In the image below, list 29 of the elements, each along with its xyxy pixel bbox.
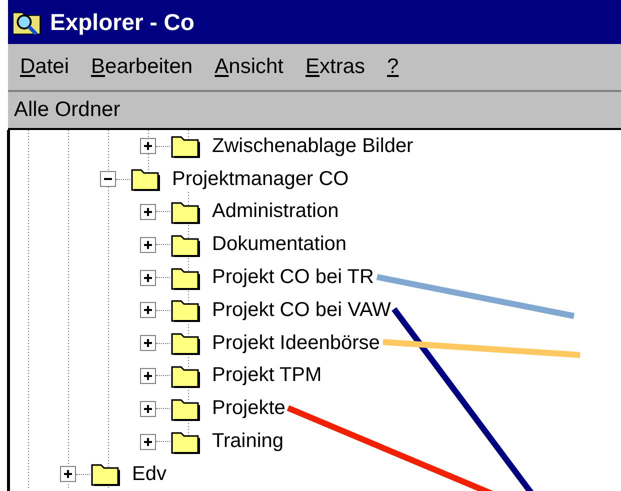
- expander[interactable]: [140, 368, 156, 384]
- folder-label[interactable]: Training: [212, 430, 284, 454]
- folder-label[interactable]: Projekt CO bei VAW: [212, 298, 391, 322]
- folder-label[interactable]: Projektmanager CO: [172, 168, 349, 191]
- folder-label[interactable]: Projekt TPM: [212, 364, 322, 388]
- folder-label[interactable]: Dokumentation: [212, 233, 347, 256]
- menu-item[interactable]: Datei: [20, 55, 70, 79]
- folder-label[interactable]: Projekt Ideenbörse: [212, 332, 380, 355]
- expander[interactable]: [60, 466, 76, 482]
- expander[interactable]: [140, 204, 156, 220]
- expander[interactable]: [140, 335, 156, 352]
- menu-item[interactable]: ?: [387, 55, 399, 79]
- expander[interactable]: [140, 236, 156, 253]
- expander[interactable]: [140, 270, 156, 286]
- expander[interactable]: [140, 302, 156, 318]
- folder-label[interactable]: Administration: [212, 200, 339, 224]
- expander[interactable]: [140, 434, 156, 450]
- folder-label[interactable]: Zwischenablage Bilder: [212, 134, 414, 158]
- expander[interactable]: [100, 171, 116, 188]
- folder-label[interactable]: Edv: [132, 462, 166, 486]
- menu-item[interactable]: Extras: [306, 55, 366, 79]
- folder-label[interactable]: Projekt CO bei TR: [212, 266, 374, 290]
- window-title: Explorer - Co: [50, 8, 194, 36]
- expander[interactable]: [140, 400, 156, 417]
- menu-item[interactable]: Bearbeiten: [91, 55, 193, 79]
- menu-item[interactable]: Ansicht: [214, 55, 284, 79]
- pane-title: Alle Ordner: [14, 98, 120, 122]
- folder-label[interactable]: Projekte: [212, 397, 286, 420]
- expander[interactable]: [140, 138, 156, 154]
